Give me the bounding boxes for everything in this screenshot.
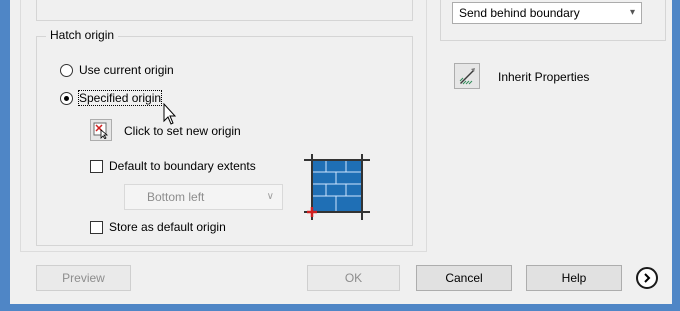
window-frame-left <box>0 0 10 311</box>
click-to-set-origin-button[interactable] <box>90 119 112 141</box>
origin-preview-icon <box>304 154 370 220</box>
store-as-default-label: Store as default origin <box>109 220 226 234</box>
inherit-properties-label[interactable]: Inherit Properties <box>498 70 589 84</box>
boundary-position-select[interactable]: Bottom left ∨ <box>124 184 283 210</box>
help-button[interactable]: Help <box>526 265 622 291</box>
boundary-position-value: Bottom left <box>147 190 205 204</box>
chevron-right-icon <box>644 273 651 283</box>
default-to-boundary-label: Default to boundary extents <box>109 159 256 173</box>
specified-origin-label: Specified origin <box>77 90 163 106</box>
use-current-origin-label: Use current origin <box>79 63 174 77</box>
checkbox-unchecked[interactable] <box>90 159 103 173</box>
upper-group-box <box>36 0 413 21</box>
chevron-down-icon: ▾ <box>629 7 635 18</box>
chevron-down-icon: ∨ <box>266 191 274 202</box>
default-to-boundary-checkbox[interactable]: Default to boundary extents <box>90 159 256 173</box>
draw-order-select[interactable]: Send behind boundary ▾ <box>452 2 642 24</box>
preview-button[interactable]: Preview <box>36 265 131 291</box>
inherit-properties-button[interactable] <box>454 63 480 89</box>
hatch-dialog: Hatch origin Use current origin Specifie… <box>0 0 680 311</box>
cancel-button[interactable]: Cancel <box>416 265 512 291</box>
draw-order-value: Send behind boundary <box>459 6 580 20</box>
pick-point-icon <box>93 122 109 139</box>
store-as-default-checkbox[interactable]: Store as default origin <box>90 220 226 234</box>
inherit-properties-icon <box>459 68 475 85</box>
ok-button[interactable]: OK <box>307 265 400 291</box>
click-to-set-origin-label[interactable]: Click to set new origin <box>124 124 241 138</box>
radio-button-checked[interactable] <box>60 91 73 105</box>
window-frame-bottom <box>0 304 680 311</box>
checkbox-unchecked[interactable] <box>90 220 103 234</box>
window-frame-right <box>672 0 680 311</box>
specified-origin-radio[interactable]: Specified origin <box>60 90 163 106</box>
use-current-origin-radio[interactable]: Use current origin <box>60 63 174 77</box>
hatch-origin-title: Hatch origin <box>46 28 119 42</box>
radio-button-unchecked[interactable] <box>60 63 73 77</box>
more-options-button[interactable] <box>636 267 658 289</box>
